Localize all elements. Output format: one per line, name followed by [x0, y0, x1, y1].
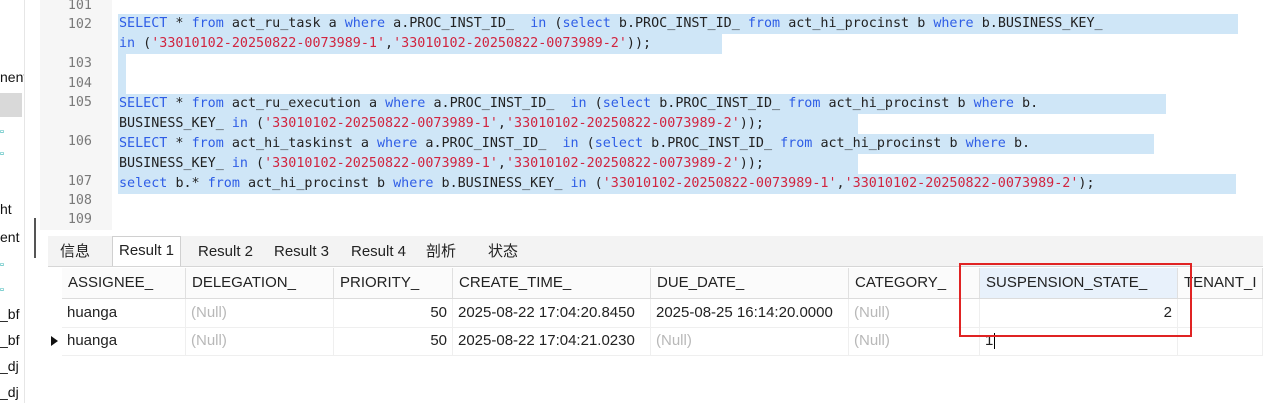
tree-item-label[interactable]: _dj [0, 384, 19, 400]
cell-delegation[interactable]: (Null) [186, 299, 334, 327]
cell-category[interactable]: (Null) [849, 299, 980, 327]
grid-header-row: ASSIGNEE_ DELEGATION_ PRIORITY_ CREATE_T… [62, 268, 1263, 299]
line-number-gutter: 101 102 103 104 105 106 107 108 109 [40, 0, 112, 230]
tab-result-4[interactable]: Result 4 [345, 238, 412, 266]
current-row-pointer-icon [51, 336, 58, 346]
column-header-category[interactable]: CATEGORY_ [849, 268, 980, 298]
result-panel: 信息 Result 1 Result 2 Result 3 Result 4 剖… [48, 232, 1263, 403]
cell-assignee[interactable]: huanga [62, 299, 186, 327]
code-line-106b: BUSINESS_KEY_ in ('33010102-20250822-007… [119, 156, 764, 171]
cell-create-time[interactable]: 2025-08-22 17:04:21.0230 [453, 327, 651, 355]
tab-status[interactable]: 状态 [482, 238, 524, 266]
tree-item-label[interactable]: ent [0, 229, 19, 245]
tree-marker-icon: ▫ [0, 126, 4, 138]
result-tabs: 信息 Result 1 Result 2 Result 3 Result 4 剖… [48, 236, 1263, 267]
cell-assignee[interactable]: huanga [62, 327, 186, 355]
cell-due-date[interactable]: 2025-08-25 16:14:20.0000 [651, 299, 849, 327]
cell-due-date[interactable]: (Null) [651, 327, 849, 355]
cell-tenant-id[interactable] [1178, 327, 1263, 355]
cell-category[interactable]: (Null) [849, 327, 980, 355]
sql-editor[interactable]: 101 102 103 104 105 106 107 108 109 SELE… [40, 0, 1263, 230]
tree-item-label[interactable]: _bf [0, 306, 19, 322]
line-number: 106 [67, 134, 92, 149]
cell-suspension-state[interactable]: 2 [980, 299, 1178, 327]
line-number: 107 [67, 174, 92, 189]
table-row[interactable]: huanga (Null) 50 2025-08-22 17:04:21.023… [51, 327, 1263, 356]
line-number: 108 [67, 193, 92, 208]
cell-create-time[interactable]: 2025-08-22 17:04:20.8450 [453, 299, 651, 327]
line-number: 101 [67, 0, 92, 13]
line-number: 104 [67, 76, 92, 91]
cell-tenant-id[interactable] [1178, 299, 1263, 327]
line-number: 105 [67, 95, 92, 110]
cell-priority[interactable]: 50 [334, 299, 453, 327]
line-number: 103 [67, 56, 92, 71]
line-number: 109 [67, 212, 92, 227]
selection-highlight [118, 54, 126, 94]
code-line-102b: in ('33010102-20250822-0073989-1','33010… [119, 36, 652, 51]
tree-marker-icon: ▫ [0, 148, 4, 160]
cell-edit-value[interactable]: 1 [985, 332, 993, 349]
tree-marker-icon: ▫ [0, 259, 4, 271]
tree-item-selected[interactable] [0, 93, 22, 117]
cell-suspension-state-editing[interactable]: 1 [980, 327, 1178, 355]
line-number: 102 [67, 17, 92, 32]
tab-info[interactable]: 信息 [54, 238, 96, 266]
tab-profile[interactable]: 剖析 [420, 238, 462, 266]
code-line-105a: SELECT * from act_ru_execution a where a… [119, 96, 1039, 111]
tree-item-label[interactable]: _dj [0, 358, 19, 374]
tree-item-label[interactable]: ht [0, 201, 12, 217]
tab-result-3[interactable]: Result 3 [268, 238, 335, 266]
tab-result-2[interactable]: Result 2 [192, 238, 259, 266]
text-cursor [994, 333, 996, 350]
cell-delegation[interactable]: (Null) [186, 327, 334, 355]
table-row[interactable]: huanga (Null) 50 2025-08-22 17:04:20.845… [62, 299, 1263, 328]
object-tree-panel: nent ▫ ▫ ht ent ▫ ▫ _bf _bf _dj _dj [0, 0, 25, 403]
code-line-102a: SELECT * from act_ru_task a where a.PROC… [119, 16, 1103, 31]
column-header-create-time[interactable]: CREATE_TIME_ [453, 268, 651, 298]
column-header-assignee[interactable]: ASSIGNEE_ [62, 268, 186, 298]
code-line-107: select b.* from act_hi_procinst b where … [119, 176, 1095, 191]
panel-splitter-handle[interactable] [34, 218, 36, 258]
column-header-priority[interactable]: PRIORITY_ [334, 268, 453, 298]
column-header-due-date[interactable]: DUE_DATE_ [651, 268, 849, 298]
tree-marker-icon: ▫ [0, 284, 4, 296]
code-line-105b: BUSINESS_KEY_ in ('33010102-20250822-007… [119, 116, 764, 131]
cell-priority[interactable]: 50 [334, 327, 453, 355]
tree-item-label[interactable]: nent [0, 69, 24, 85]
column-header-tenant-id[interactable]: TENANT_I [1178, 268, 1263, 298]
tree-item-label[interactable]: _bf [0, 332, 19, 348]
column-header-delegation[interactable]: DELEGATION_ [186, 268, 334, 298]
column-header-suspension-state[interactable]: SUSPENSION_STATE_ [980, 268, 1178, 298]
tab-result-1[interactable]: Result 1 [112, 236, 182, 266]
code-line-106a: SELECT * from act_hi_taskinst a where a.… [119, 136, 1031, 151]
